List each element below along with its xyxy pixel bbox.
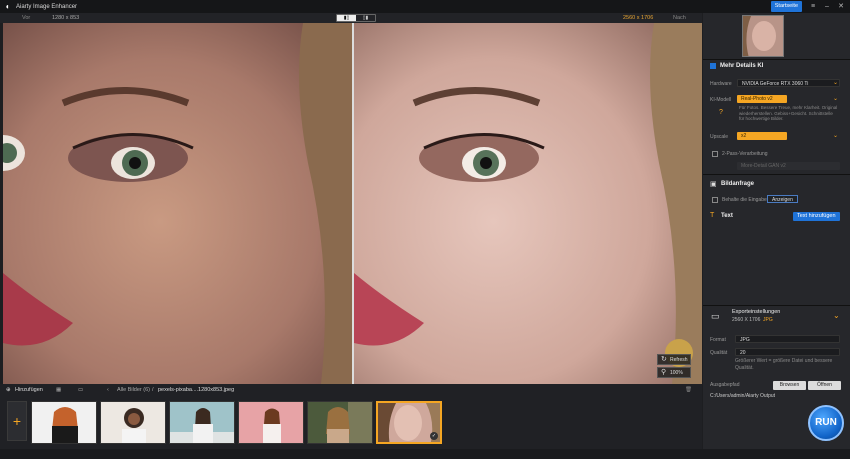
text-icon: T bbox=[710, 212, 715, 219]
current-filename: pexels-pixaba....1280x853.jpeg bbox=[158, 387, 235, 393]
thumbnail[interactable] bbox=[100, 401, 166, 444]
text-title: Text bbox=[721, 213, 733, 219]
app-logo-icon: ◐ bbox=[5, 1, 11, 11]
zoom-control[interactable]: ⚲ 100% bbox=[657, 367, 691, 378]
divider bbox=[703, 305, 850, 306]
after-image bbox=[354, 23, 702, 384]
anzeigen-button[interactable]: Anzeigen bbox=[767, 195, 798, 203]
compare-info-bar: Vor 1280 x 853 ▮▯ ▯▮ 2560 x 1706 Nach bbox=[0, 13, 702, 23]
details-checkbox[interactable] bbox=[710, 63, 716, 69]
add-image-button[interactable]: + bbox=[7, 401, 27, 441]
export-format: JPG bbox=[763, 317, 773, 323]
filmstrip: + ✓ bbox=[0, 396, 702, 449]
thumbnail-selected[interactable]: ✓ bbox=[376, 401, 442, 444]
text-add-button[interactable]: Text hinzufügen bbox=[793, 212, 840, 221]
view-mode-toggle[interactable]: ▮▯ ▯▮ bbox=[336, 14, 376, 22]
export-resolution: 2560 X 1706 bbox=[732, 317, 761, 323]
split-view-icon[interactable]: ▮▯ bbox=[337, 15, 356, 21]
refresh-button[interactable]: ↻ Refresh bbox=[657, 354, 691, 365]
after-label: Nach bbox=[673, 15, 686, 21]
before-resolution: 1280 x 853 bbox=[52, 15, 80, 21]
export-icon: ▭ bbox=[711, 311, 720, 321]
twopass-label: 2-Pass-Verarbeitung bbox=[722, 151, 768, 157]
format-select[interactable]: JPG bbox=[735, 335, 840, 343]
grid-view-icon[interactable]: ▦ bbox=[56, 384, 61, 396]
divider bbox=[703, 174, 850, 175]
image-viewport[interactable]: ↻ Refresh ⚲ 100% bbox=[3, 23, 702, 384]
chevron-down-icon[interactable]: ⌄ bbox=[833, 95, 838, 102]
minimize-icon[interactable]: – bbox=[820, 0, 834, 13]
after-resolution: 2560 x 1706 bbox=[623, 15, 654, 21]
settings-sidebar: Mehr Details KI Hardware NVIDIA GeForce … bbox=[703, 13, 850, 459]
bildanfrage-title: Bildanfrage bbox=[721, 181, 755, 187]
list-view-icon[interactable]: ▭ bbox=[78, 384, 83, 396]
app-window: ◐ Aiarty Image Enhancer Startseite ≡ – ✕… bbox=[0, 0, 850, 459]
run-button[interactable]: RUN bbox=[808, 405, 844, 441]
before-label: Vor bbox=[22, 15, 31, 21]
twopass-checkbox[interactable] bbox=[712, 151, 718, 157]
export-title: Exporteinstellungen bbox=[732, 309, 781, 315]
title-bar: ◐ Aiarty Image Enhancer Startseite ≡ – ✕ bbox=[0, 0, 850, 13]
browse-button[interactable]: Browsen bbox=[773, 381, 806, 390]
status-strip bbox=[0, 449, 850, 459]
all-images-link[interactable]: Alle Bilder (6) bbox=[117, 384, 150, 396]
expand-icon[interactable]: ⌄ bbox=[833, 311, 840, 320]
refresh-label: Refresh bbox=[670, 357, 688, 363]
hardware-label: Hardware bbox=[710, 81, 732, 87]
add-icon[interactable]: ⊕ bbox=[6, 384, 11, 396]
zoom-icon: ⚲ bbox=[661, 369, 667, 376]
quality-label: Qualität bbox=[710, 350, 728, 356]
divider bbox=[703, 59, 850, 60]
refresh-icon: ↻ bbox=[661, 356, 667, 363]
thumbnail[interactable] bbox=[307, 401, 373, 444]
close-icon[interactable]: ✕ bbox=[834, 0, 848, 13]
zoom-value: 100% bbox=[670, 370, 683, 376]
help-icon[interactable]: ? bbox=[719, 109, 723, 116]
output-path: C:/Users/admin/Aiarty Output bbox=[710, 393, 776, 399]
details-title: Mehr Details KI bbox=[720, 63, 764, 69]
open-button[interactable]: Öffnen bbox=[808, 381, 841, 390]
menu-icon[interactable]: ≡ bbox=[806, 0, 820, 13]
startseite-button[interactable]: Startseite bbox=[770, 1, 802, 12]
bottom-toolbar: ⊕ Hinzufügen ▦ ▭ ‹ Alle Bilder (6) / pex… bbox=[0, 384, 702, 396]
model-label: KI-Modell bbox=[710, 97, 732, 103]
behalte-checkbox[interactable] bbox=[712, 197, 718, 203]
back-icon[interactable]: ‹ bbox=[107, 384, 109, 396]
app-title: Aiarty Image Enhancer bbox=[16, 3, 78, 10]
upscale-label: Upscale bbox=[710, 134, 729, 140]
twopass-select[interactable]: More-Detail GAN v2 bbox=[737, 162, 840, 170]
image-prompt-icon: ▣ bbox=[710, 181, 717, 188]
quality-stepper[interactable]: 20 bbox=[735, 348, 840, 356]
hardware-select[interactable]: NVIDIA GeForce RTX 3060 Ti bbox=[737, 79, 840, 87]
thumbnail[interactable] bbox=[238, 401, 304, 444]
quality-hint: Größerer Wert = größere Datei und besser… bbox=[735, 358, 833, 371]
upscale-select[interactable]: x2 bbox=[737, 132, 787, 140]
thumbnail[interactable] bbox=[31, 401, 97, 444]
output-label: Ausgabepfad bbox=[710, 382, 740, 388]
chevron-down-icon[interactable]: ⌄ bbox=[833, 79, 838, 86]
model-select[interactable]: Real-Photo v2 bbox=[737, 95, 787, 103]
preview-thumbnail[interactable] bbox=[742, 15, 784, 57]
add-label[interactable]: Hinzufügen bbox=[15, 384, 43, 396]
behalte-label: Behalte die Eingabe bbox=[722, 197, 767, 203]
selected-check-icon: ✓ bbox=[430, 432, 438, 440]
chevron-down-icon[interactable]: ⌄ bbox=[833, 132, 838, 139]
format-label: Format bbox=[710, 337, 726, 343]
thumbnail[interactable] bbox=[169, 401, 235, 444]
path-separator: / bbox=[152, 387, 154, 393]
model-description: Für Fotos. Bessere Treue, mehr Klarheit.… bbox=[739, 105, 838, 121]
before-image bbox=[3, 23, 352, 384]
trash-icon[interactable]: 🗑 bbox=[685, 384, 692, 396]
side-view-icon[interactable]: ▯▮ bbox=[356, 15, 375, 21]
